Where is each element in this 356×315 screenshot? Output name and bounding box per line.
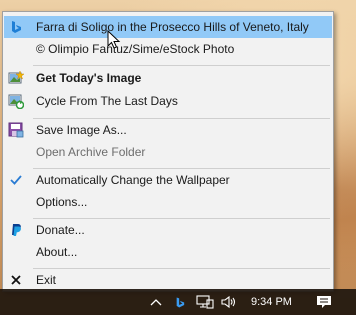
menu-item-label: Automatically Change the Wallpaper — [36, 173, 230, 187]
menu-item-label: About... — [36, 245, 78, 259]
checkmark-icon — [8, 172, 24, 188]
menu-item-label: Save Image As... — [36, 123, 127, 137]
menu-item-label: Get Today's Image — [36, 71, 142, 85]
menu-item-label: Donate... — [36, 223, 85, 237]
menu-item-copyright[interactable]: © Olimpio Fantuz/Sime/eStock Photo — [4, 38, 332, 60]
close-icon — [8, 272, 24, 288]
network-icon[interactable] — [196, 289, 214, 315]
menu-item-get-todays-image[interactable]: Get Today's Image — [4, 67, 332, 89]
menu-item-open-archive-folder[interactable]: Open Archive Folder — [4, 141, 332, 163]
bing-icon — [8, 19, 24, 35]
paypal-icon — [8, 222, 24, 238]
menu-separator — [33, 65, 330, 66]
taskbar-clock[interactable]: 9:34 PM — [251, 296, 292, 308]
menu-item-cycle-last-days[interactable]: Cycle From The Last Days — [4, 90, 332, 112]
menu-item-label: Farra di Soligo in the Prosecco Hills of… — [36, 20, 309, 34]
chevron-up-icon[interactable] — [150, 289, 162, 315]
mouse-cursor-icon — [107, 30, 121, 49]
menu-item-label: © Olimpio Fantuz/Sime/eStock Photo — [36, 42, 235, 56]
menu-item-label: Exit — [36, 273, 57, 287]
menu-item-options[interactable]: Options... — [4, 191, 332, 213]
menu-item-donate[interactable]: Donate... — [4, 219, 332, 241]
menu-item-exit[interactable]: Exit — [4, 269, 332, 291]
menu-item-label: Options... — [36, 195, 88, 209]
save-image-icon — [8, 122, 24, 138]
image-cycle-icon — [8, 93, 24, 109]
menu-item-image-title[interactable]: Farra di Soligo in the Prosecco Hills of… — [4, 16, 332, 38]
bing-icon[interactable] — [175, 289, 185, 315]
tray-context-menu: Farra di Soligo in the Prosecco Hills of… — [2, 11, 334, 292]
notification-icon[interactable] — [316, 289, 332, 315]
taskbar: 9:34 PM — [0, 289, 356, 315]
menu-item-label: Open Archive Folder — [36, 145, 146, 159]
menu-item-about[interactable]: About... — [4, 241, 332, 263]
volume-icon[interactable] — [220, 289, 238, 315]
menu-item-label: Cycle From The Last Days — [36, 94, 178, 108]
image-star-icon — [8, 70, 24, 86]
menu-item-auto-change-wallpaper[interactable]: Automatically Change the Wallpaper — [4, 169, 332, 191]
menu-item-save-image-as[interactable]: Save Image As... — [4, 119, 332, 141]
